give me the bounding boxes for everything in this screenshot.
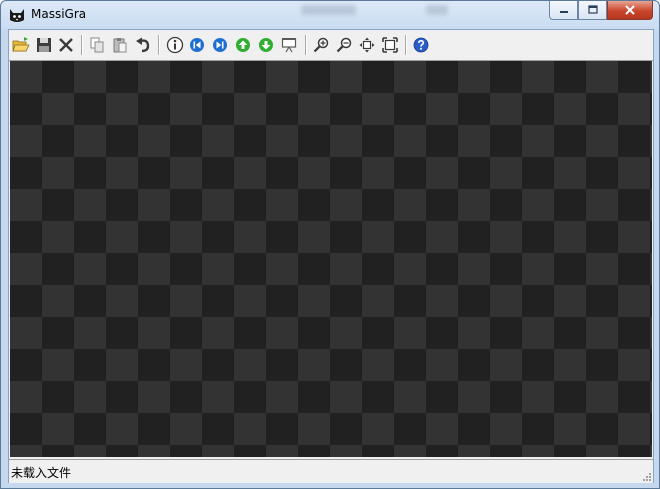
open-icon bbox=[12, 37, 30, 52]
paste-button[interactable] bbox=[110, 35, 130, 55]
fit-window-icon bbox=[359, 37, 375, 53]
app-window: MassiGra 未载入文件 bbox=[0, 0, 660, 489]
toolbar-separator bbox=[158, 35, 160, 55]
toolbar-separator bbox=[81, 35, 83, 55]
zoom-out-icon bbox=[336, 37, 352, 53]
copy-button[interactable] bbox=[87, 35, 107, 55]
close-file-button[interactable] bbox=[56, 35, 76, 55]
title-bar[interactable]: MassiGra bbox=[1, 1, 659, 29]
toolbar-separator bbox=[305, 35, 307, 55]
open-button[interactable] bbox=[11, 35, 31, 55]
undo-button[interactable] bbox=[133, 35, 153, 55]
save-button[interactable] bbox=[34, 35, 54, 55]
actual-size-button[interactable] bbox=[380, 35, 400, 55]
minimize-icon bbox=[559, 11, 568, 13]
status-bar: 未载入文件 bbox=[9, 459, 653, 483]
zoom-out-button[interactable] bbox=[334, 35, 354, 55]
minimize-button[interactable] bbox=[549, 1, 578, 20]
close-icon bbox=[625, 5, 635, 15]
client-area: 未载入文件 bbox=[8, 29, 654, 483]
help-button[interactable] bbox=[411, 35, 431, 55]
resize-grip-icon[interactable] bbox=[640, 470, 652, 482]
first-image-icon bbox=[190, 38, 204, 52]
paste-icon bbox=[113, 38, 127, 53]
status-text: 未载入文件 bbox=[11, 466, 72, 480]
app-cat-icon bbox=[10, 9, 24, 22]
info-icon bbox=[166, 36, 184, 54]
next-image-icon bbox=[259, 38, 273, 52]
image-canvas[interactable] bbox=[10, 61, 652, 457]
zoom-in-icon bbox=[313, 37, 329, 53]
actual-size-icon bbox=[382, 37, 398, 53]
previous-image-icon bbox=[236, 38, 250, 52]
last-image-button[interactable] bbox=[210, 35, 230, 55]
zoom-in-button[interactable] bbox=[311, 35, 331, 55]
maximize-icon bbox=[587, 5, 598, 14]
caption-buttons bbox=[549, 1, 653, 21]
close-button[interactable] bbox=[607, 1, 653, 20]
window-title: MassiGra bbox=[31, 7, 87, 21]
blurred-background-text bbox=[426, 5, 448, 15]
toolbar bbox=[9, 30, 653, 61]
blurred-background-text bbox=[301, 5, 356, 15]
next-image-button[interactable] bbox=[256, 35, 276, 55]
first-image-button[interactable] bbox=[187, 35, 207, 55]
help-icon bbox=[413, 37, 429, 53]
save-icon bbox=[37, 38, 51, 52]
maximize-button[interactable] bbox=[578, 1, 607, 20]
previous-image-button[interactable] bbox=[233, 35, 253, 55]
fit-window-button[interactable] bbox=[357, 35, 377, 55]
slideshow-icon bbox=[281, 38, 297, 53]
slideshow-button[interactable] bbox=[279, 35, 299, 55]
last-image-icon bbox=[213, 38, 227, 52]
info-button[interactable] bbox=[165, 35, 185, 55]
copy-icon bbox=[90, 37, 104, 53]
close-file-icon bbox=[59, 38, 73, 52]
toolbar-separator bbox=[405, 35, 407, 55]
undo-icon bbox=[136, 37, 150, 53]
